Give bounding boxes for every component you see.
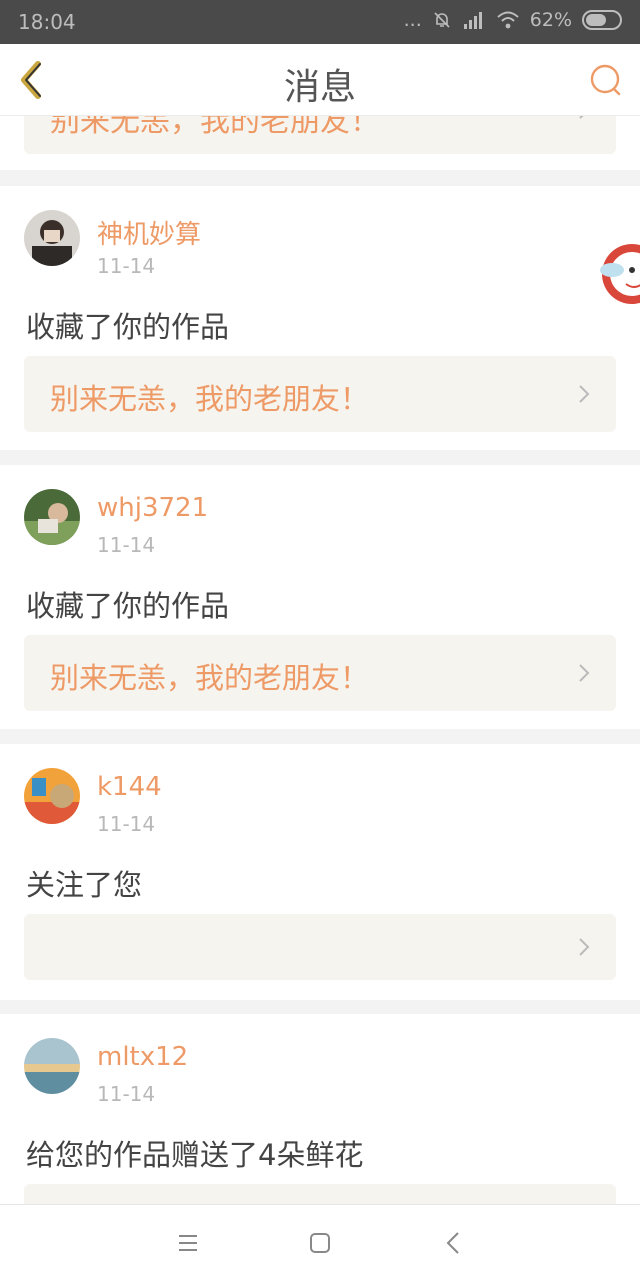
chevron-right-icon [579,664,590,682]
message-card[interactable]: 神机妙算 11-14 收藏了你的作品 别来无恙，我的老朋友！ [0,186,640,450]
chevron-right-icon [579,938,590,956]
menu-icon[interactable] [174,1229,202,1257]
page-title: 消息 [283,67,356,108]
message-date: 11-14 [97,812,156,836]
chevron-right-icon [579,385,590,403]
message-card-partial: 别来无恙，我的老朋友！ [0,116,640,170]
more-dots: ... [403,9,422,31]
message-date: 11-14 [97,1082,156,1106]
reply-text: 别来无恙，我的老朋友！ [50,382,370,416]
message-card[interactable]: mltx12 11-14 给您的作品赠送了4朵鲜花 [0,1014,640,1204]
reply-text: 别来无恙，我的老朋友！ [50,116,380,139]
back-triangle-icon[interactable] [440,1229,468,1257]
system-nav-bar [0,1204,640,1280]
mute-bell-icon [434,12,450,28]
username[interactable]: k144 [97,772,162,802]
message-action: 关注了您 [26,868,143,902]
reply-link-box[interactable] [24,914,616,980]
app-header: 消息 [0,44,640,116]
wifi-icon [497,11,519,29]
reply-text: 别来无恙，我的老朋友！ [50,661,370,695]
battery-icon [582,10,622,30]
reply-link-box[interactable]: 别来无恙，我的老朋友！ [24,635,616,711]
reply-link-box[interactable]: 别来无恙，我的老朋友！ [24,116,616,154]
avatar[interactable] [24,210,80,266]
avatar[interactable] [24,768,80,824]
home-square-icon[interactable] [306,1229,334,1257]
message-date: 11-14 [97,533,156,557]
username[interactable]: mltx12 [97,1042,188,1072]
status-bar: 18:04 ... 62% [0,0,640,44]
message-action: 收藏了你的作品 [26,589,230,623]
username[interactable]: whj3721 [97,493,208,523]
status-time: 18:04 [18,10,76,34]
message-date: 11-14 [97,254,156,278]
search-icon[interactable] [588,62,624,98]
message-list[interactable]: 别来无恙，我的老朋友！ 神机妙算 11-14 收藏了你的作品 别来无恙，我的老朋… [0,116,640,1204]
floating-mascot-icon[interactable] [598,234,640,314]
signal-icon [463,12,482,29]
message-action: 给您的作品赠送了4朵鲜花 [26,1138,364,1172]
avatar[interactable] [24,489,80,545]
message-action: 收藏了你的作品 [26,310,230,344]
username[interactable]: 神机妙算 [97,214,201,251]
battery-percent: 62% [529,9,572,31]
message-card[interactable]: whj3721 11-14 收藏了你的作品 别来无恙，我的老朋友！ [0,465,640,729]
reply-link-box[interactable] [24,1184,616,1204]
avatar[interactable] [24,1038,80,1094]
message-card[interactable]: k144 11-14 关注了您 [0,744,640,1000]
chevron-right-icon [579,116,584,119]
status-icons: ... 62% [404,9,622,31]
reply-link-box[interactable]: 别来无恙，我的老朋友！ [24,356,616,432]
